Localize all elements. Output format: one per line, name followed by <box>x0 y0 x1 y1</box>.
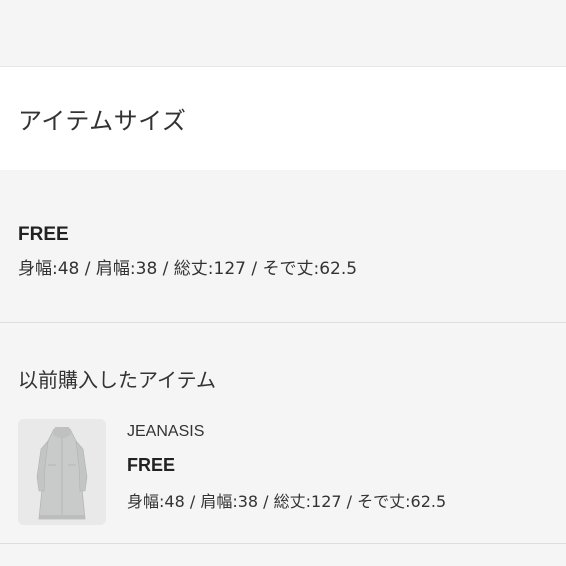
previous-items-title: 以前購入したアイテム <box>18 368 216 392</box>
size-block: FREE 身幅:48 / 肩幅:38 / 総丈:127 / そで丈:62.5 <box>18 224 357 279</box>
item-thumbnail[interactable] <box>18 419 106 525</box>
coat-image <box>18 419 106 525</box>
divider <box>0 322 566 323</box>
header-section: アイテムサイズ <box>0 66 566 170</box>
item-info: JEANASIS FREE 身幅:48 / 肩幅:38 / 総丈:127 / そ… <box>127 423 446 512</box>
previous-item[interactable]: JEANASIS FREE 身幅:48 / 肩幅:38 / 総丈:127 / そ… <box>18 419 558 525</box>
size-name: FREE <box>18 224 69 245</box>
page: アイテムサイズ FREE 身幅:48 / 肩幅:38 / 総丈:127 / そで… <box>0 0 566 566</box>
page-title: アイテムサイズ <box>18 107 187 135</box>
item-size: FREE <box>127 455 176 475</box>
size-detail: 身幅:48 / 肩幅:38 / 総丈:127 / そで丈:62.5 <box>18 259 358 279</box>
item-brand: JEANASIS <box>127 423 205 440</box>
item-detail: 身幅:48 / 肩幅:38 / 総丈:127 / そで丈:62.5 <box>127 492 447 511</box>
divider <box>0 543 566 544</box>
